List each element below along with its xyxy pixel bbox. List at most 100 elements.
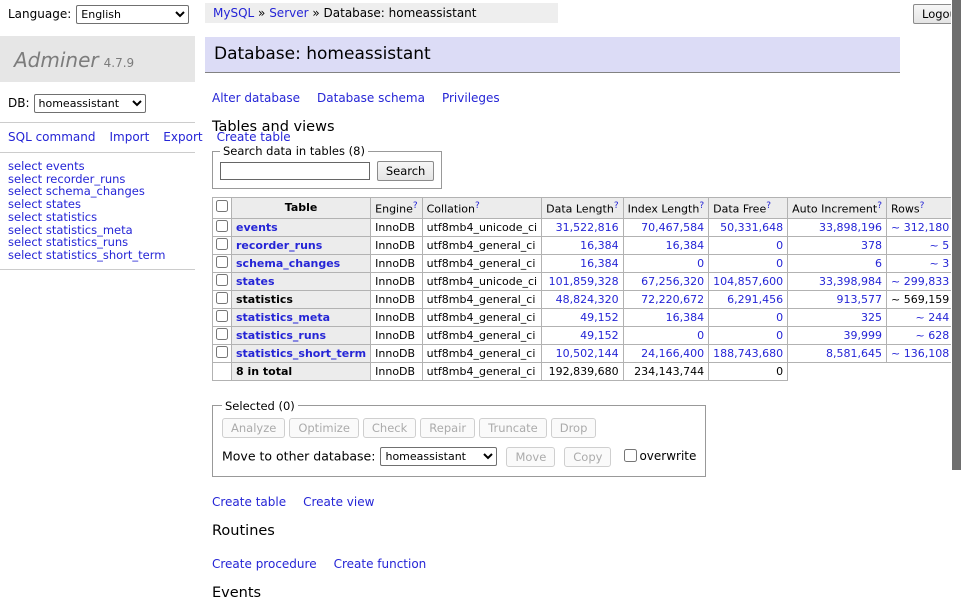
sidebar-action-import[interactable]: Import <box>109 130 149 144</box>
rows-link[interactable]: ~ 136,108 <box>891 347 949 360</box>
data-length-link[interactable]: 16,384 <box>580 257 619 270</box>
row-checkbox-statistics-meta[interactable] <box>216 310 228 322</box>
analyze-button[interactable]: Analyze <box>222 418 285 438</box>
table-link-statistics-meta[interactable]: statistics_meta <box>236 311 330 324</box>
optimize-button[interactable]: Optimize <box>289 418 359 438</box>
rows-link[interactable]: ~ 299,833 <box>891 275 949 288</box>
index-length-cell: 0 <box>623 254 709 272</box>
index-length-link[interactable]: 0 <box>697 257 704 270</box>
table-link-schema-changes[interactable]: schema_changes <box>236 257 340 270</box>
index-length-link[interactable]: 0 <box>697 329 704 342</box>
auto-increment-link[interactable]: 6 <box>875 257 882 270</box>
create-create-view[interactable]: Create view <box>303 495 374 509</box>
search-button[interactable]: Search <box>377 161 435 181</box>
data-free-link[interactable]: 0 <box>776 257 783 270</box>
routine-create-procedure[interactable]: Create procedure <box>212 557 317 571</box>
routine-create-function[interactable]: Create function <box>334 557 427 571</box>
rows-link[interactable]: ~ 312,180 <box>891 221 949 234</box>
help-link-rows[interactable]: ? <box>920 201 925 211</box>
data-free-link[interactable]: 188,743,680 <box>713 347 783 360</box>
rows-link[interactable]: ~ 5 <box>929 239 949 252</box>
create-create-table[interactable]: Create table <box>212 495 286 509</box>
move-db-select[interactable]: homeassistant <box>380 447 497 466</box>
table-link-statistics-runs[interactable]: statistics_runs <box>236 329 326 342</box>
sidebar-select-link-select-states[interactable]: select states <box>8 198 195 211</box>
db-action-privileges[interactable]: Privileges <box>442 91 500 105</box>
index-length-link[interactable]: 24,166,400 <box>641 347 704 360</box>
select-all-checkbox[interactable] <box>216 200 228 212</box>
row-checkbox-statistics-short-term[interactable] <box>216 346 228 358</box>
drop-button[interactable]: Drop <box>551 418 597 438</box>
language-select[interactable]: English <box>76 5 189 24</box>
language-label: Language: <box>8 7 71 21</box>
column-header-index-length: Index Length? <box>623 198 709 219</box>
table-link-statistics-short-term[interactable]: statistics_short_term <box>236 347 366 360</box>
sidebar-action-sql-command[interactable]: SQL command <box>8 130 95 144</box>
db-select[interactable]: homeassistant <box>34 94 146 113</box>
row-checkbox-states[interactable] <box>216 274 228 286</box>
data-length-link[interactable]: 49,152 <box>580 311 619 324</box>
table-link-events[interactable]: events <box>236 221 278 234</box>
help-link-engine[interactable]: ? <box>413 201 418 211</box>
breadcrumb-link-server[interactable]: Server <box>269 6 308 20</box>
sidebar-select-link-select-events[interactable]: select events <box>8 160 195 173</box>
table-link-states[interactable]: states <box>236 275 275 288</box>
data-length-link[interactable]: 31,522,816 <box>556 221 619 234</box>
row-checkbox-statistics-runs[interactable] <box>216 328 228 340</box>
data-length-link[interactable]: 16,384 <box>580 239 619 252</box>
row-checkbox-schema-changes[interactable] <box>216 256 228 268</box>
data-free-link[interactable]: 0 <box>776 311 783 324</box>
auto-increment-link[interactable]: 8,581,645 <box>826 347 882 360</box>
help-link-index-length[interactable]: ? <box>699 201 704 211</box>
auto-increment-link[interactable]: 33,898,196 <box>819 221 882 234</box>
row-checkbox-statistics[interactable] <box>216 292 228 304</box>
index-length-link[interactable]: 16,384 <box>666 311 705 324</box>
breadcrumb-link-mysql[interactable]: MySQL <box>213 6 254 20</box>
help-link-data-free[interactable]: ? <box>766 201 771 211</box>
data-length-link[interactable]: 49,152 <box>580 329 619 342</box>
breadcrumb-current: Database: homeassistant <box>324 6 477 20</box>
scrollbar[interactable] <box>951 0 966 543</box>
auto-increment-link[interactable]: 39,999 <box>844 329 883 342</box>
rows-link[interactable]: ~ 3 <box>929 257 949 270</box>
data-free-link[interactable]: 50,331,648 <box>720 221 783 234</box>
data-free-link[interactable]: 0 <box>776 329 783 342</box>
help-link-auto-increment[interactable]: ? <box>877 201 882 211</box>
auto-increment-link[interactable]: 378 <box>861 239 882 252</box>
overwrite-checkbox[interactable] <box>624 449 637 462</box>
data-length-link[interactable]: 10,502,144 <box>556 347 619 360</box>
move-button[interactable]: Move <box>506 447 555 467</box>
auto-increment-link[interactable]: 325 <box>861 311 882 324</box>
data-free-link[interactable]: 0 <box>776 239 783 252</box>
check-button[interactable]: Check <box>363 418 416 438</box>
index-length-link[interactable]: 72,220,672 <box>641 293 704 306</box>
repair-button[interactable]: Repair <box>420 418 475 438</box>
truncate-button[interactable]: Truncate <box>479 418 547 438</box>
help-link-data-length[interactable]: ? <box>614 201 619 211</box>
table-link-recorder-runs[interactable]: recorder_runs <box>236 239 322 252</box>
rows-link[interactable]: ~ 244 <box>915 311 949 324</box>
data-length-cell: 16,384 <box>542 254 623 272</box>
sidebar-select-link-select-statistics[interactable]: select statistics <box>8 211 195 224</box>
db-action-alter-database[interactable]: Alter database <box>212 91 300 105</box>
index-length-link[interactable]: 67,256,320 <box>641 275 704 288</box>
row-checkbox-recorder-runs[interactable] <box>216 238 228 250</box>
row-checkbox-events[interactable] <box>216 220 228 232</box>
data-free-link[interactable]: 6,291,456 <box>727 293 783 306</box>
index-length-link[interactable]: 70,467,584 <box>641 221 704 234</box>
data-free-link[interactable]: 104,857,600 <box>713 275 783 288</box>
db-action-database-schema[interactable]: Database schema <box>317 91 425 105</box>
help-link-collation[interactable]: ? <box>475 201 480 211</box>
copy-button[interactable]: Copy <box>564 447 611 467</box>
auto-increment-link[interactable]: 913,577 <box>837 293 883 306</box>
sidebar-action-export[interactable]: Export <box>163 130 202 144</box>
rows-link[interactable]: ~ 628 <box>915 329 949 342</box>
index-length-link[interactable]: 16,384 <box>666 239 705 252</box>
search-input[interactable] <box>220 162 370 180</box>
auto-increment-link[interactable]: 33,398,984 <box>819 275 882 288</box>
breadcrumb: MySQL » Server » Database: homeassistant <box>205 3 558 23</box>
data-length-link[interactable]: 48,824,320 <box>556 293 619 306</box>
scrollbar-thumb[interactable] <box>952 0 961 470</box>
sidebar-select-link-select-statistics-short-term[interactable]: select statistics_short_term <box>8 249 195 262</box>
data-length-link[interactable]: 101,859,328 <box>549 275 619 288</box>
